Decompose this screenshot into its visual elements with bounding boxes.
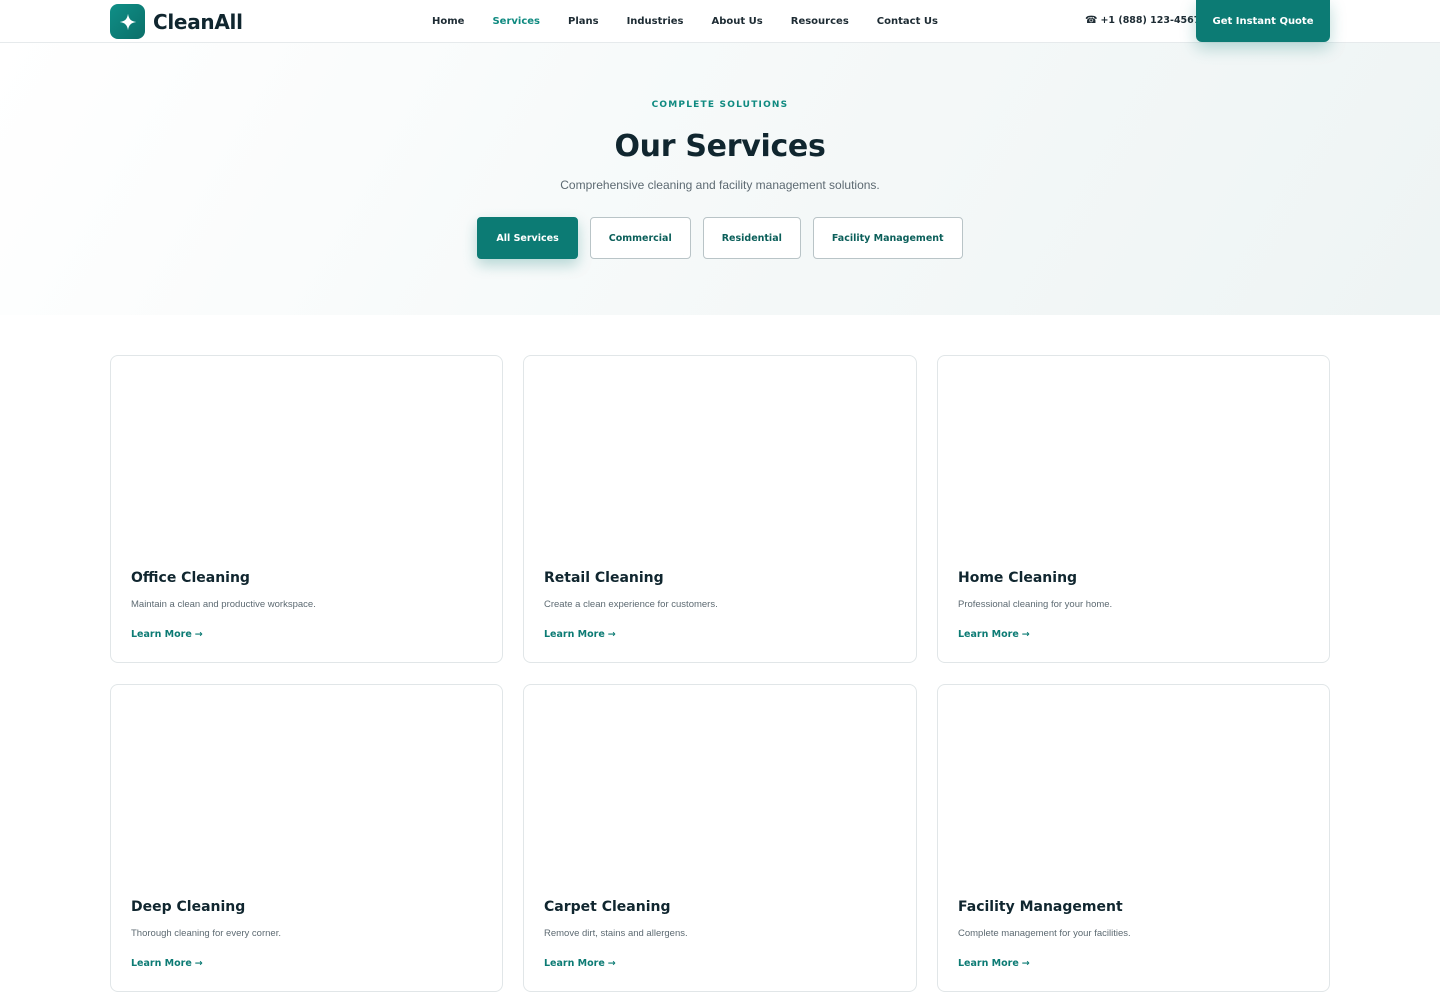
nav-item-plans[interactable]: Plans [554, 16, 613, 27]
nav-item-home[interactable]: Home [418, 16, 478, 27]
service-card[interactable]: Carpet Cleaning Remove dirt, stains and … [523, 684, 917, 992]
service-card[interactable]: Deep Cleaning Thorough cleaning for ever… [110, 684, 503, 992]
service-card-description: Professional cleaning for your home. [958, 599, 1113, 610]
services-grid: Office Cleaning Maintain a clean and pro… [110, 355, 1330, 992]
arrow-right-icon: → [607, 958, 616, 969]
service-card-title: Retail Cleaning [544, 570, 664, 586]
service-card-title: Carpet Cleaning [544, 899, 671, 915]
learn-more-link[interactable]: Learn More → [958, 629, 1030, 640]
filter-all-services[interactable]: All Services [477, 217, 578, 259]
service-card-image [524, 356, 916, 556]
nav-item-resources[interactable]: Resources [777, 16, 863, 27]
service-card-image [111, 356, 502, 556]
service-card-title: Home Cleaning [958, 570, 1078, 586]
service-card-description: Complete management for your facilities. [958, 928, 1131, 939]
filter-commercial[interactable]: Commercial [589, 217, 691, 259]
filter-facility-management[interactable]: Facility Management [812, 217, 963, 259]
filter-residential[interactable]: Residential [702, 217, 801, 259]
arrow-right-icon: → [1021, 958, 1030, 969]
service-card-image [111, 685, 502, 885]
service-card[interactable]: Retail Cleaning Create a clean experienc… [523, 355, 917, 663]
nav-item-services[interactable]: Services [478, 16, 554, 27]
learn-more-label: Learn More [544, 958, 605, 969]
learn-more-label: Learn More [131, 958, 192, 969]
service-filters: All Services Commercial Residential Faci… [0, 217, 1440, 259]
hero-eyebrow: COMPLETE SOLUTIONS [651, 100, 789, 110]
learn-more-link[interactable]: Learn More → [958, 958, 1030, 969]
service-card[interactable]: Office Cleaning Maintain a clean and pro… [110, 355, 503, 663]
service-card-image [938, 685, 1329, 885]
learn-more-label: Learn More [544, 629, 605, 640]
nav-item-industries[interactable]: Industries [613, 16, 698, 27]
phone-icon: ☎ [1085, 15, 1098, 26]
nav-item-about-us[interactable]: About Us [698, 16, 777, 27]
arrow-right-icon: → [1021, 629, 1030, 640]
learn-more-link[interactable]: Learn More → [131, 958, 203, 969]
hero-subtitle: Comprehensive cleaning and facility mana… [560, 178, 880, 192]
service-card-title: Facility Management [958, 899, 1123, 915]
learn-more-link[interactable]: Learn More → [544, 629, 616, 640]
arrow-right-icon: → [194, 958, 203, 969]
service-card-title: Deep Cleaning [131, 899, 246, 915]
phone-number[interactable]: ☎ +1 (888) 123-4567 [1085, 15, 1200, 26]
learn-more-label: Learn More [131, 629, 192, 640]
brand-name: CleanAll [153, 9, 243, 34]
phone-text: +1 (888) 123-4567 [1100, 15, 1201, 26]
learn-more-label: Learn More [958, 629, 1019, 640]
service-card-image [938, 356, 1329, 556]
get-instant-quote-button[interactable]: Get Instant Quote [1196, 0, 1330, 42]
service-card-description: Maintain a clean and productive workspac… [131, 599, 316, 610]
logo[interactable]: CleanAll [110, 4, 243, 39]
learn-more-label: Learn More [958, 958, 1019, 969]
main-nav: Home Services Plans Industries About Us … [418, 0, 952, 43]
service-card-description: Remove dirt, stains and allergens. [544, 928, 688, 939]
service-card-title: Office Cleaning [131, 570, 250, 586]
service-card-description: Create a clean experience for customers. [544, 599, 718, 610]
site-header: CleanAll Home Services Plans Industries … [0, 0, 1440, 43]
learn-more-link[interactable]: Learn More → [544, 958, 616, 969]
arrow-right-icon: → [607, 629, 616, 640]
learn-more-link[interactable]: Learn More → [131, 629, 203, 640]
service-card-image [524, 685, 916, 885]
sparkle-icon [110, 4, 145, 39]
page-title: Our Services [614, 129, 826, 164]
service-card[interactable]: Home Cleaning Professional cleaning for … [937, 355, 1330, 663]
service-card-description: Thorough cleaning for every corner. [131, 928, 281, 939]
arrow-right-icon: → [194, 629, 203, 640]
service-card[interactable]: Facility Management Complete management … [937, 684, 1330, 992]
services-hero: COMPLETE SOLUTIONS Our Services Comprehe… [0, 43, 1440, 315]
nav-item-contact-us[interactable]: Contact Us [863, 16, 952, 27]
